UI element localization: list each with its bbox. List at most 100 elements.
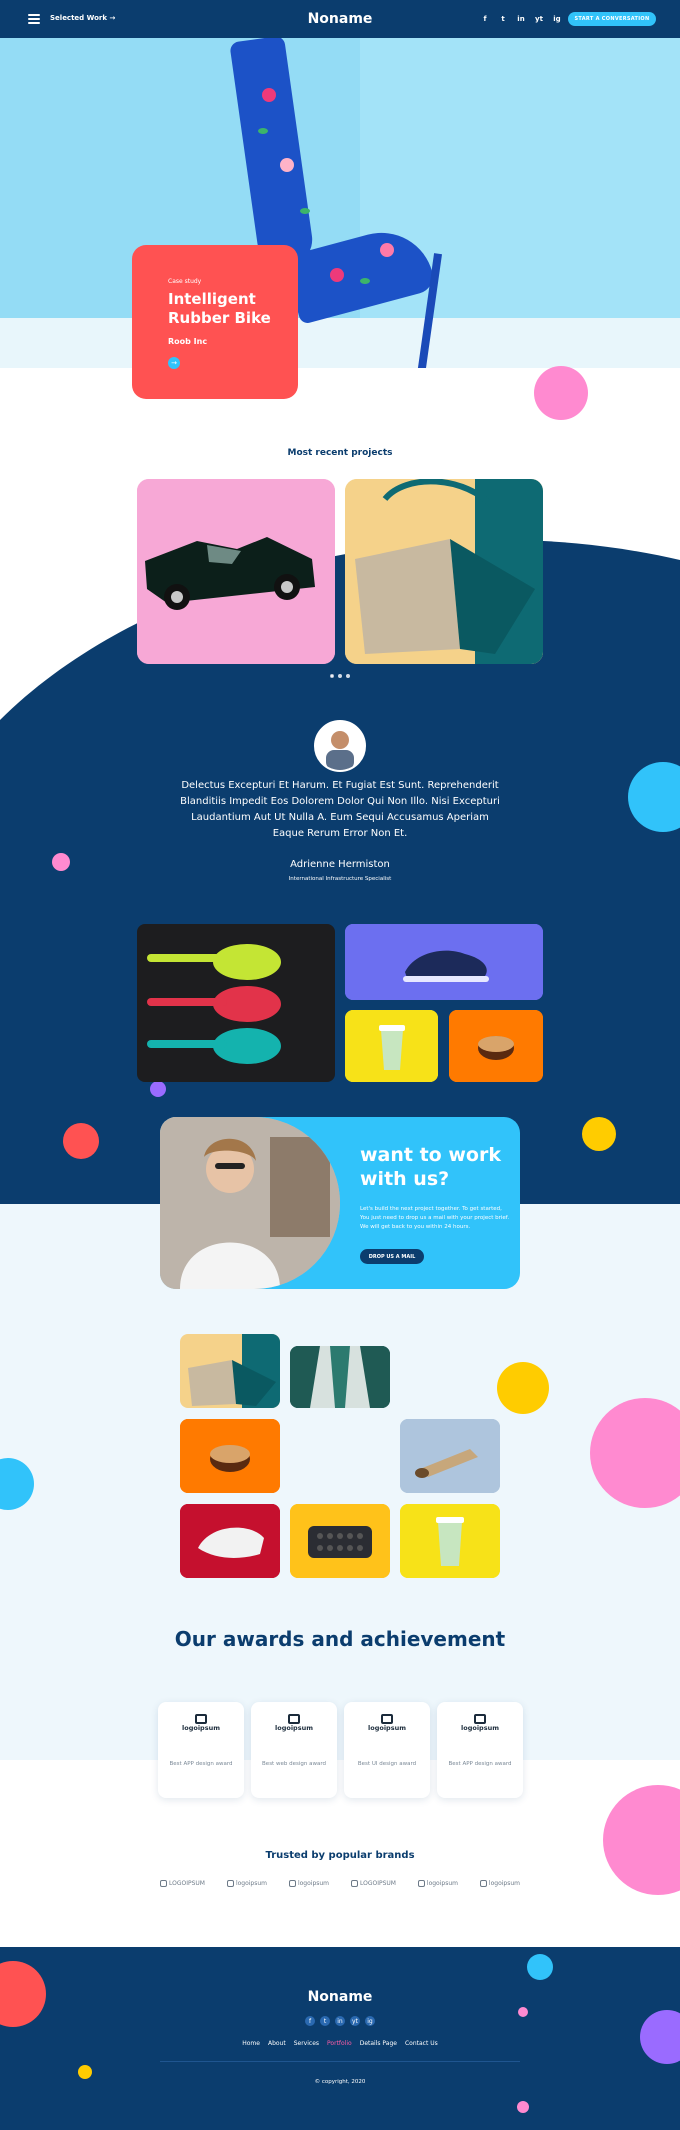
logo-icon — [474, 1714, 486, 1724]
flower-pattern — [262, 88, 276, 102]
linkedin-icon[interactable]: in — [335, 2016, 345, 2026]
case-study-card[interactable]: Case study Intelligent Rubber Bike Roob … — [132, 245, 298, 399]
work-text: Let's build the next project together. T… — [360, 1206, 510, 1230]
brand-icon — [226, 1880, 234, 1887]
flower-pattern — [330, 268, 344, 282]
award-text: Best APP design award — [169, 1761, 233, 1767]
carousel-dot[interactable] — [338, 674, 342, 678]
testimonial-quote: Delectus Excepturi Et Harum. Et Fugiat E… — [180, 780, 500, 839]
decor-circle — [517, 2101, 529, 2113]
brand-logos: LOGOIPSUM logoipsum logoipsum LOGOIPSUM … — [160, 1880, 520, 1887]
footer-divider — [160, 2061, 520, 2062]
award-logo: logoipsum — [368, 1724, 406, 1732]
award-text: Best web design award — [262, 1761, 326, 1767]
footer-nav-contact[interactable]: Contact Us — [405, 2040, 438, 2047]
decor-circle — [527, 1954, 553, 1980]
footer-logo[interactable]: Noname — [0, 1989, 680, 2005]
sneaker-image — [345, 924, 543, 1000]
carousel-dot[interactable] — [346, 674, 350, 678]
drop-mail-button[interactable]: DROP US A MAIL — [360, 1249, 424, 1264]
avatar — [314, 720, 366, 772]
footer-nav-services[interactable]: Services — [294, 2040, 319, 2047]
brands-title: Trusted by popular brands — [265, 1850, 415, 1861]
facebook-icon[interactable]: f — [305, 2016, 315, 2026]
award-logo: logoipsum — [275, 1724, 313, 1732]
footer-socials: f t in yt ig — [0, 2016, 680, 2026]
hero-floor — [0, 318, 680, 368]
brand-logo: LOGOIPSUM — [160, 1880, 205, 1887]
logo-icon — [381, 1714, 393, 1724]
hero-image — [0, 38, 680, 368]
gallery-tile-jar[interactable] — [180, 1419, 280, 1493]
footer-nav-details[interactable]: Details Page — [360, 2040, 397, 2047]
gallery-tile-shoe[interactable] — [180, 1504, 280, 1578]
twitter-icon[interactable]: t — [498, 14, 508, 24]
testimonial-name: Adrienne Hermiston — [290, 859, 390, 870]
shoe-sole-image — [180, 1504, 280, 1578]
jar-image — [449, 1010, 543, 1082]
facebook-icon[interactable]: f — [480, 14, 490, 24]
footer-nav-about[interactable]: About — [268, 2040, 286, 2047]
carousel-dot[interactable] — [330, 674, 334, 678]
award-card: logoipsum Best APP design award — [158, 1702, 244, 1798]
gallery-tile-brush[interactable] — [400, 1419, 500, 1493]
linkedin-icon[interactable]: in — [516, 14, 526, 24]
award-logo: logoipsum — [182, 1724, 220, 1732]
brand-icon — [160, 1880, 167, 1887]
gallery-tile-cup[interactable] — [345, 1010, 438, 1082]
decor-circle — [150, 1081, 166, 1097]
dress-image — [290, 1346, 390, 1408]
header-socials: f t in yt ig — [480, 14, 562, 24]
spoons-image — [147, 944, 281, 1064]
brand-label: logoipsum — [426, 1880, 458, 1887]
gallery-tile-spoons[interactable] — [137, 924, 335, 1082]
brand-label: logoipsum — [488, 1880, 520, 1887]
brand-icon — [479, 1880, 487, 1887]
gallery-tile-sneaker[interactable] — [345, 924, 543, 1000]
gallery-tile-dress[interactable] — [290, 1346, 390, 1408]
decor-circle — [78, 2065, 92, 2079]
instagram-icon[interactable]: ig — [552, 14, 562, 24]
award-card: logoipsum Best web design award — [251, 1702, 337, 1798]
brand-logo: logoipsum — [226, 1880, 267, 1887]
brand-icon — [350, 1880, 358, 1887]
brand-label: LOGOIPSUM — [359, 1880, 396, 1887]
flower-pattern — [280, 158, 294, 172]
brush-image — [400, 1419, 500, 1493]
copyright-text: © copyright, 2020 — [314, 2079, 366, 2085]
cup-image — [345, 1010, 438, 1082]
youtube-icon[interactable]: yt — [350, 2016, 360, 2026]
project-card-toy-car[interactable] — [137, 479, 335, 664]
site-footer: Noname f t in yt ig Home About Services … — [0, 1947, 680, 2130]
cup-image — [400, 1504, 500, 1578]
keyboard-image — [290, 1504, 390, 1578]
case-study-client: Roob Inc — [168, 337, 208, 346]
case-study-label: Case study — [168, 278, 202, 285]
gallery-tile-keyboard[interactable] — [290, 1504, 390, 1578]
youtube-icon[interactable]: yt — [534, 14, 544, 24]
gallery-tile-cup[interactable] — [400, 1504, 500, 1578]
footer-nav-home[interactable]: Home — [242, 2040, 260, 2047]
jar-image — [180, 1419, 280, 1493]
arrow-right-icon[interactable]: → — [168, 357, 180, 369]
decor-circle — [582, 1117, 616, 1151]
brand-logo: LOGOIPSUM — [350, 1880, 396, 1887]
decor-circle — [534, 366, 588, 420]
project-card-handbag[interactable] — [345, 479, 543, 664]
footer-nav-portfolio[interactable]: Portfolio — [327, 2040, 352, 2047]
decor-circle — [603, 1785, 680, 1895]
start-conversation-button[interactable]: START A CONVERSATION — [568, 12, 656, 26]
avatar-image — [316, 722, 364, 770]
handbag-image — [345, 479, 543, 664]
brand-logo: logoipsum — [479, 1880, 520, 1887]
leaf-pattern — [300, 208, 310, 214]
instagram-icon[interactable]: ig — [365, 2016, 375, 2026]
twitter-icon[interactable]: t — [320, 2016, 330, 2026]
heel-shoe-image — [229, 38, 316, 271]
logo-icon — [288, 1714, 300, 1724]
gallery-tile-jar[interactable] — [449, 1010, 543, 1082]
carousel-dots — [0, 674, 680, 678]
gallery-tile-handbag[interactable] — [180, 1334, 280, 1408]
brand-icon — [288, 1880, 296, 1887]
brand-icon — [417, 1880, 425, 1887]
